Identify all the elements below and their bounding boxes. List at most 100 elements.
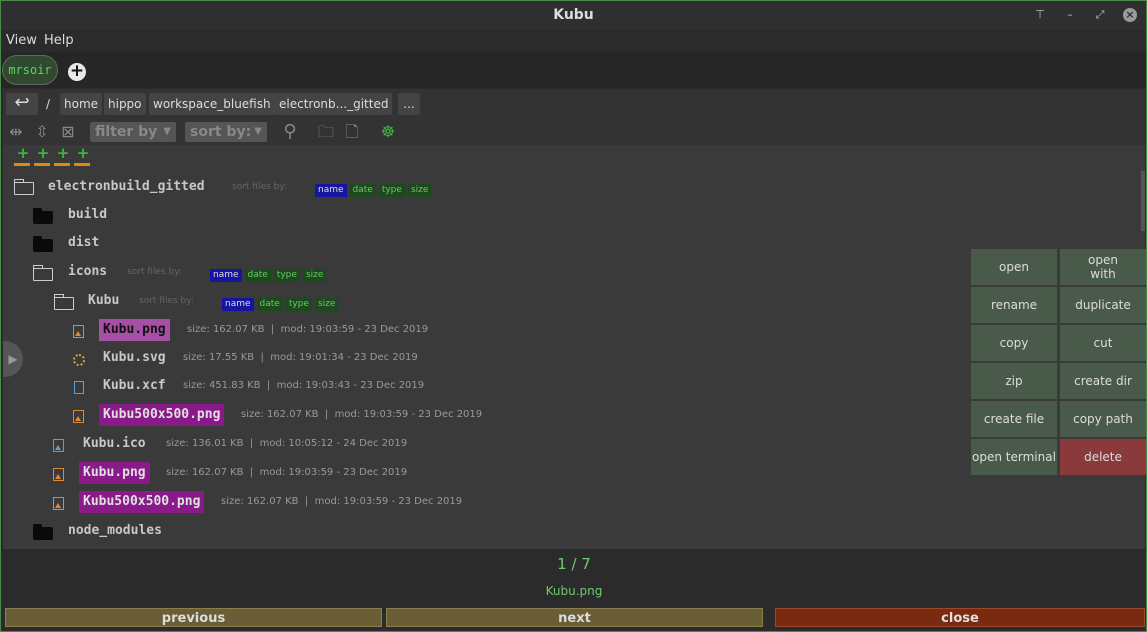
- sort-chip-name[interactable]: name: [210, 269, 242, 282]
- sort-chip-type[interactable]: type: [273, 269, 300, 282]
- add-icon[interactable]: +: [14, 146, 32, 166]
- filter-label: filter by: [95, 124, 158, 140]
- close-all-icon[interactable]: ⊠: [58, 122, 78, 142]
- tree-row-file[interactable]: Kubu.xcf size: 451.83 KB | mod: 19:03:43…: [3, 375, 703, 397]
- breadcrumb-home[interactable]: home: [60, 93, 103, 115]
- add-icon[interactable]: +: [54, 146, 72, 166]
- sort-files-label: sort files by:: [232, 182, 287, 192]
- breadcrumb-more[interactable]: ...: [398, 93, 420, 115]
- folder-open-icon: [33, 265, 53, 281]
- folder-name: node_modules: [68, 523, 162, 538]
- menu-bar: View Help: [0, 30, 1147, 52]
- folder-icon: [33, 208, 53, 224]
- expand-all-icon[interactable]: ⇹: [6, 122, 26, 142]
- pin-icon[interactable]: ⊤: [1033, 8, 1047, 22]
- file-size: size: 162.07 KB: [221, 496, 299, 507]
- add-icon[interactable]: +: [34, 146, 52, 166]
- file-mod: mod: 19:03:59 - 23 Dec 2019: [280, 324, 429, 335]
- image-file-icon: [53, 468, 64, 481]
- search-icon[interactable]: ⚲: [280, 122, 300, 142]
- folder-name: Kubu: [88, 293, 120, 308]
- restore-icon[interactable]: ⤢: [1093, 8, 1107, 22]
- close-window-icon[interactable]: ×: [1123, 8, 1137, 22]
- delete-button[interactable]: delete: [1060, 439, 1146, 475]
- scrollbar[interactable]: [1141, 171, 1145, 231]
- open-terminal-button[interactable]: open terminal: [971, 439, 1057, 475]
- sort-files-label: sort files by:: [127, 267, 182, 277]
- tree-row-file[interactable]: Kubu.png size: 162.07 KB | mod: 19:03:59…: [3, 319, 703, 341]
- svg-file-icon: [73, 354, 85, 366]
- menu-help[interactable]: Help: [44, 33, 74, 48]
- file-mod: mod: 19:03:59 - 23 Dec 2019: [259, 467, 408, 478]
- sort-dropdown[interactable]: sort by: ▼: [185, 122, 267, 142]
- file-name: Kubu.png: [99, 319, 170, 341]
- copy-button[interactable]: copy: [971, 325, 1057, 361]
- tree-row-file[interactable]: Kubu500x500.png size: 162.07 KB | mod: 1…: [3, 491, 703, 513]
- file-size: size: 162.07 KB: [166, 467, 244, 478]
- sort-chip-date[interactable]: date: [349, 184, 376, 197]
- sort-chip-size[interactable]: size: [302, 269, 327, 282]
- sort-chip-date[interactable]: date: [256, 298, 283, 311]
- tab-mrsoir[interactable]: mrsoir: [2, 55, 58, 85]
- breadcrumb-root[interactable]: /: [42, 93, 56, 115]
- menu-view[interactable]: View: [6, 33, 37, 48]
- window-title: Kubu: [553, 7, 594, 23]
- new-file-icon[interactable]: 🗋: [342, 122, 362, 142]
- create-file-button[interactable]: create file: [971, 401, 1057, 437]
- tree-row-file[interactable]: Kubu500x500.png size: 162.07 KB | mod: 1…: [3, 404, 703, 426]
- add-tab-icon[interactable]: +: [68, 63, 86, 81]
- create-dir-button[interactable]: create dir: [1060, 363, 1146, 399]
- tree-row-root[interactable]: electronbuild_gitted sort files by: name…: [3, 176, 703, 198]
- minimize-icon[interactable]: –: [1063, 8, 1077, 22]
- tree-row-file[interactable]: Kubu.svg size: 17.55 KB | mod: 19:01:34 …: [3, 347, 703, 369]
- sort-chip-type[interactable]: type: [285, 298, 312, 311]
- add-icon[interactable]: +: [74, 146, 92, 166]
- image-file-icon: [73, 325, 84, 338]
- tree-row-icons[interactable]: icons sort files by: name date type size: [3, 261, 703, 283]
- sort-chip-date[interactable]: date: [244, 269, 271, 282]
- tree-row-build[interactable]: build: [3, 204, 303, 226]
- file-size: size: 162.07 KB: [187, 324, 265, 335]
- image-viewer-status: 1 / 7 Kubu.png: [3, 549, 1145, 605]
- tree-row-dist[interactable]: dist: [3, 232, 303, 254]
- sort-chip-size[interactable]: size: [407, 184, 432, 197]
- sort-chip-size[interactable]: size: [314, 298, 339, 311]
- rename-button[interactable]: rename: [971, 287, 1057, 323]
- breadcrumb-current[interactable]: electronb..._gitted: [275, 93, 393, 115]
- next-button[interactable]: next: [386, 608, 763, 627]
- file-size: size: 451.83 KB: [183, 380, 261, 391]
- copy-path-button[interactable]: copy path: [1060, 401, 1146, 437]
- file-name: Kubu.svg: [103, 350, 166, 365]
- breadcrumb-hippo[interactable]: hippo: [104, 93, 146, 115]
- file-mod: mod: 19:03:59 - 23 Dec 2019: [314, 496, 463, 507]
- sort-chip-type[interactable]: type: [378, 184, 405, 197]
- folder-open-icon: [14, 179, 34, 195]
- new-folder-icon[interactable]: 🗀: [316, 122, 336, 142]
- folder-name: build: [68, 207, 108, 222]
- sort-chip-name[interactable]: name: [315, 184, 347, 197]
- sort-chip-name[interactable]: name: [222, 298, 254, 311]
- tree-row-file[interactable]: Kubu.ico size: 136.01 KB | mod: 10:05:12…: [3, 433, 703, 455]
- back-icon[interactable]: ↩: [6, 93, 38, 115]
- open-with-button[interactable]: open with: [1060, 249, 1146, 285]
- tree-row-node-modules[interactable]: node_modules: [3, 520, 303, 542]
- filter-dropdown[interactable]: filter by ▼: [90, 122, 176, 142]
- file-name: Kubu.xcf: [103, 378, 166, 393]
- folder-name: icons: [68, 264, 108, 279]
- zip-button[interactable]: zip: [971, 363, 1057, 399]
- folder-name: dist: [68, 235, 100, 250]
- previous-button[interactable]: previous: [5, 608, 382, 627]
- bug-icon[interactable]: ☸: [378, 122, 398, 142]
- sort-files-label: sort files by:: [139, 296, 194, 306]
- cut-button[interactable]: cut: [1060, 325, 1146, 361]
- close-viewer-button[interactable]: close: [775, 608, 1145, 627]
- collapse-all-icon[interactable]: ⇳: [32, 122, 52, 142]
- file-size: size: 136.01 KB: [166, 438, 244, 449]
- breadcrumb-workspace[interactable]: workspace_bluefish: [149, 93, 275, 115]
- file-mod: mod: 10:05:12 - 24 Dec 2019: [259, 438, 408, 449]
- tree-row-file[interactable]: Kubu.png size: 162.07 KB | mod: 19:03:59…: [3, 462, 703, 484]
- tree-row-kubu[interactable]: Kubu sort files by: name date type size: [3, 290, 703, 312]
- duplicate-button[interactable]: duplicate: [1060, 287, 1146, 323]
- breadcrumb: ↩ / home hippo workspace_bluefish electr…: [3, 89, 1145, 119]
- open-button[interactable]: open: [971, 249, 1057, 285]
